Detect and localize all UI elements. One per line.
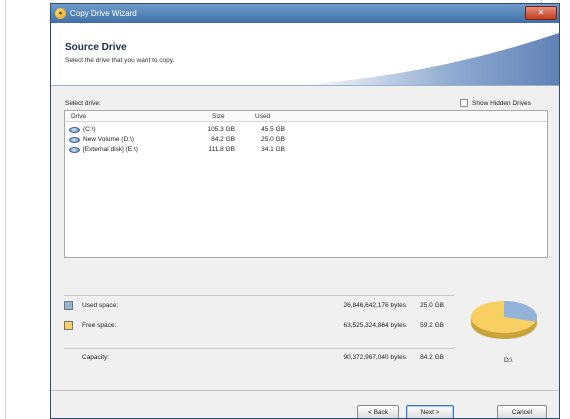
drive-used: 45.5 GB [261, 126, 285, 133]
usage-pie-chart [471, 301, 538, 339]
drive-used: 34.1 GB [261, 146, 285, 153]
drive-size: 111.8 GB [208, 146, 236, 153]
wizard-header: Source Drive Select the drive that you w… [51, 23, 559, 85]
drive-list-header: Drive Size Used [65, 111, 547, 122]
next-button[interactable]: Next > [406, 405, 454, 418]
select-drive-label: Select drive: [65, 100, 101, 107]
capacity-label: Capacity: [82, 354, 110, 361]
footer-divider [51, 390, 559, 391]
pie-drive-label: D:\ [504, 357, 513, 364]
hard-drive-icon [69, 127, 80, 133]
drive-name: (C:\) [83, 126, 96, 133]
drive-name: New Volume (D:\) [83, 136, 134, 143]
page-edge-left [5, 0, 6, 419]
used-space-label: Used space: [82, 302, 119, 309]
free-space-swatch [64, 321, 73, 330]
show-hidden-drives-label: Show Hidden Drives [472, 99, 531, 107]
capacity-bytes: 90,372,967,040 bytes [343, 354, 406, 361]
header-divider [51, 85, 559, 86]
drive-list[interactable]: Drive Size Used (C:\) 105.3 GB 45.5 GB N… [64, 110, 548, 258]
table-row[interactable]: [External disk] (E:\) 111.8 GB 34.1 GB [65, 145, 547, 155]
hard-drive-icon [69, 147, 80, 153]
back-button[interactable]: < Back [357, 405, 399, 418]
table-row[interactable]: New Volume (D:\) 84.2 GB 25.0 GB [65, 135, 547, 145]
column-header-size[interactable]: Size [212, 113, 225, 120]
free-space-bytes: 63,525,324,864 bytes [343, 322, 406, 329]
column-header-drive[interactable]: Drive [71, 113, 86, 120]
used-space-swatch [64, 301, 73, 310]
used-space-row: Used space: 26,846,642,176 bytes 25.0 GB [64, 300, 454, 312]
checkbox-box[interactable] [460, 99, 468, 107]
page-title: Source Drive [65, 42, 127, 53]
legend-divider [64, 295, 454, 296]
close-button[interactable]: ✕ [525, 6, 557, 20]
header-wave-graphic [299, 33, 559, 85]
hard-drive-icon [69, 137, 80, 143]
window-title: Copy Drive Wizard [70, 9, 137, 18]
capacity-divider [64, 348, 454, 349]
free-space-label: Free space: [82, 322, 117, 329]
cancel-button[interactable]: Cancel [497, 405, 547, 418]
used-space-bytes: 26,846,642,176 bytes [343, 302, 406, 309]
free-space-row: Free space: 63,525,324,864 bytes 59.2 GB [64, 320, 454, 332]
capacity-row: Capacity: 90,372,967,040 bytes 84.2 GB [64, 352, 454, 364]
show-hidden-drives-checkbox[interactable]: Show Hidden Drives [460, 98, 531, 108]
copy-drive-wizard-window: ● Copy Drive Wizard ✕ Source Drive Selec… [50, 3, 560, 419]
used-space-gb: 25.0 GB [420, 302, 444, 309]
drive-size: 84.2 GB [211, 136, 235, 143]
capacity-gb: 84.2 GB [420, 354, 444, 361]
title-bar[interactable]: ● Copy Drive Wizard ✕ [51, 4, 559, 23]
page-subtitle: Select the drive that you want to copy. [65, 57, 175, 64]
drive-used: 25.0 GB [261, 136, 285, 143]
drive-size: 105.3 GB [207, 126, 235, 133]
app-icon: ● [55, 8, 66, 19]
drive-name: [External disk] (E:\) [83, 146, 138, 153]
free-space-gb: 59.2 GB [420, 322, 444, 329]
table-row[interactable]: (C:\) 105.3 GB 45.5 GB [65, 125, 547, 135]
column-header-used[interactable]: Used [255, 113, 270, 120]
